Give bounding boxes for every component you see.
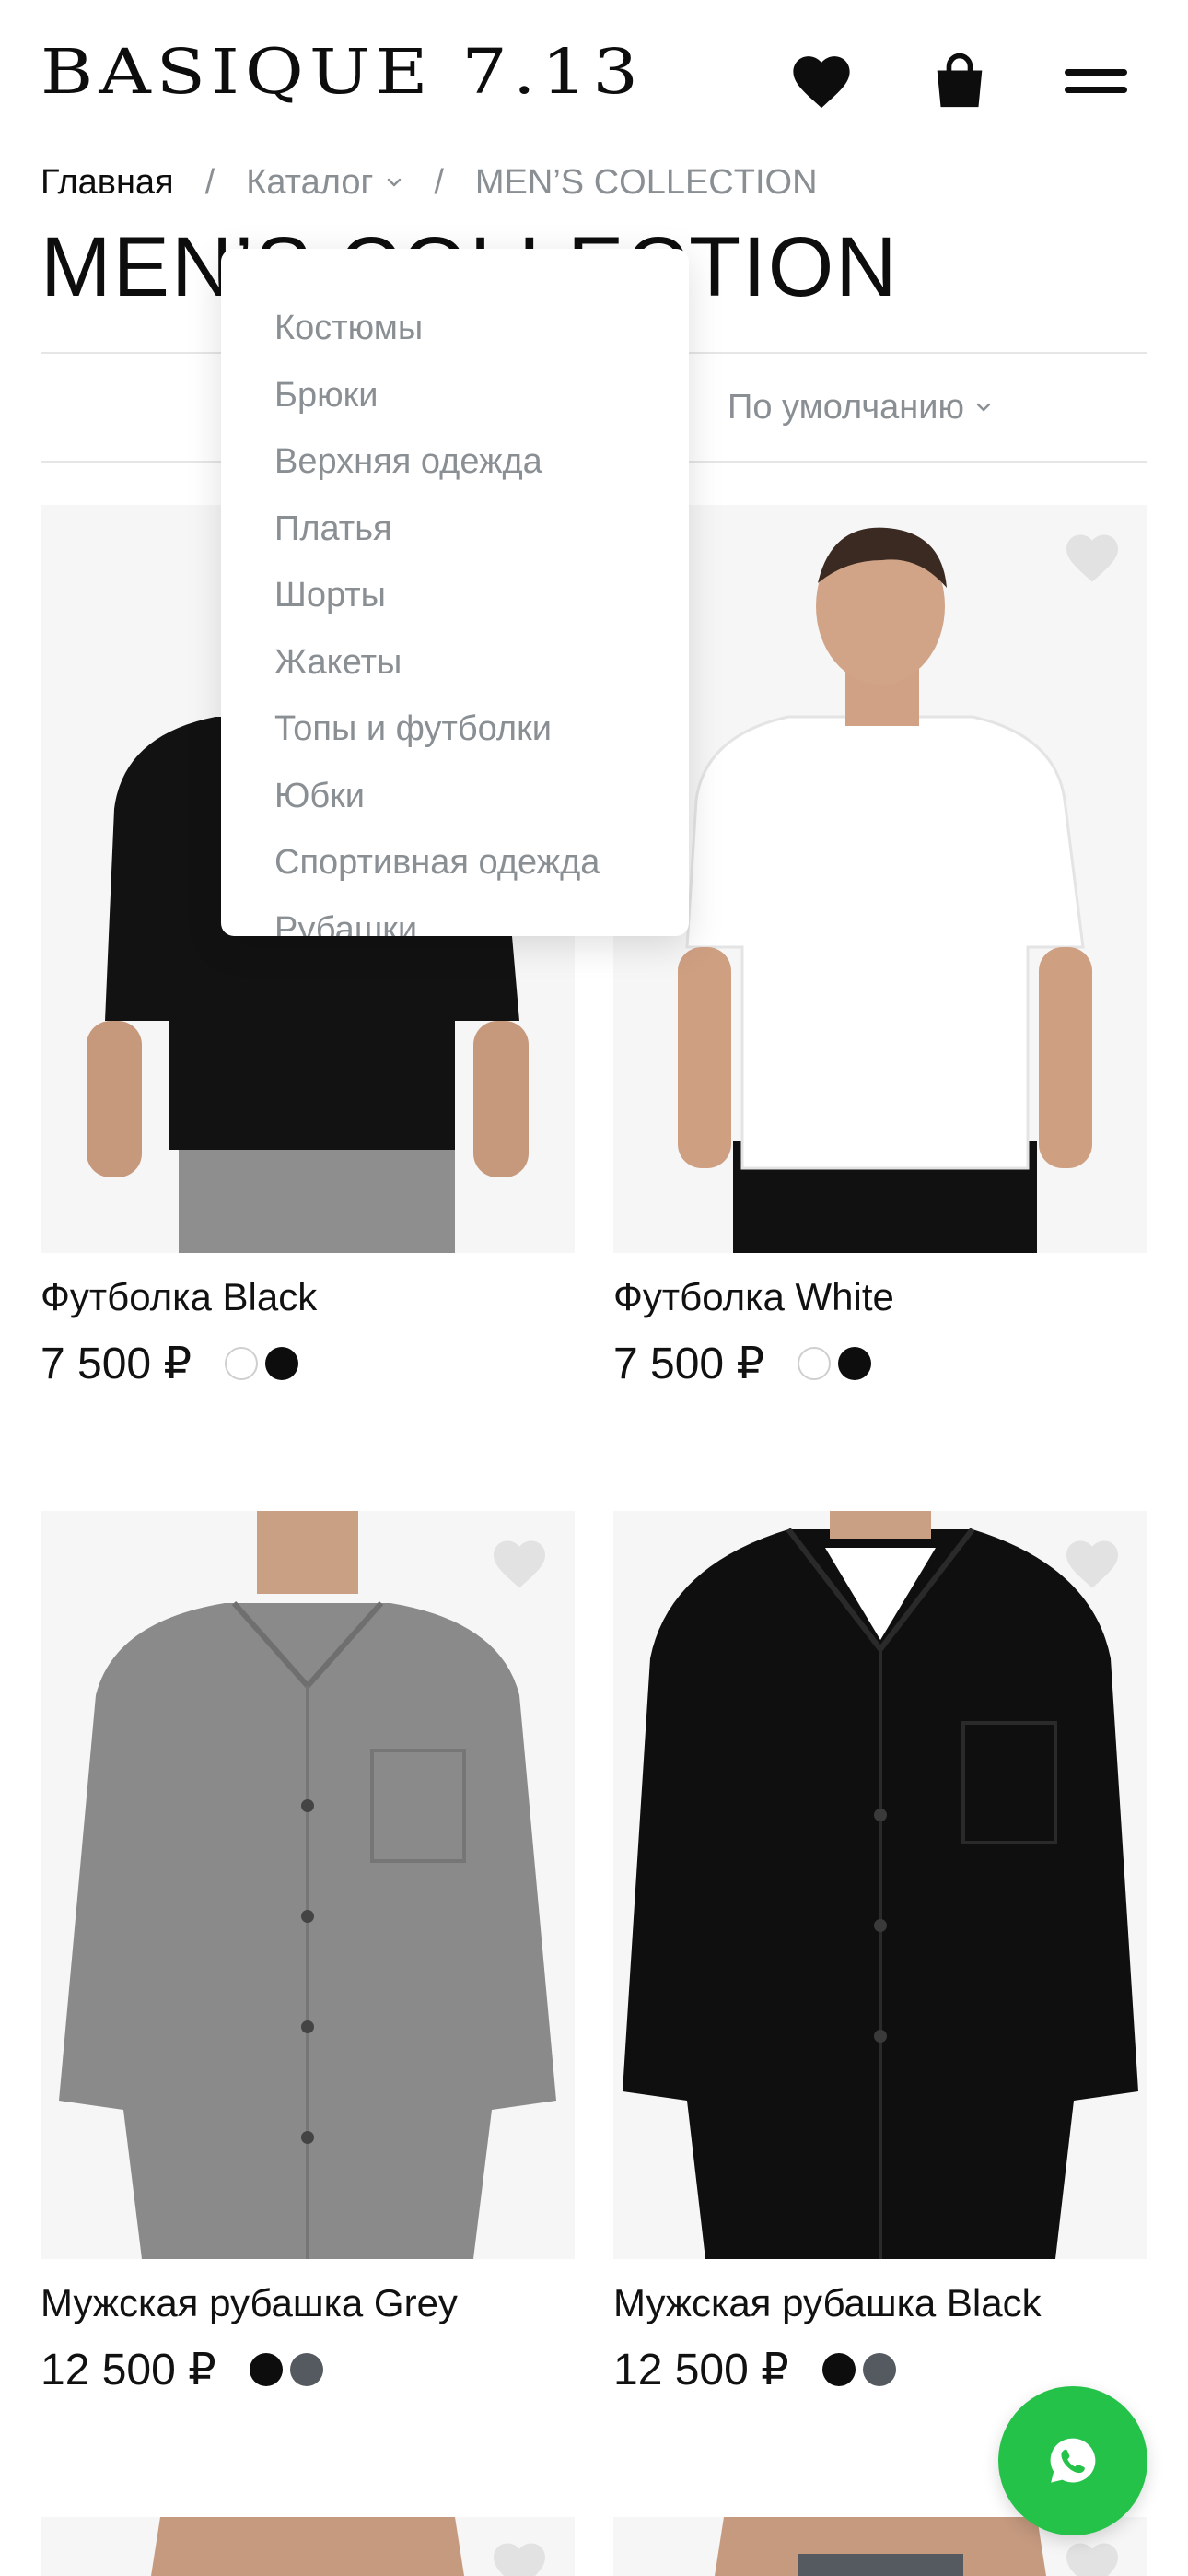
product-name[interactable]: Футболка Black [41,1275,317,1319]
color-swatch-black[interactable] [265,1347,298,1380]
color-swatch-black[interactable] [838,1347,871,1380]
breadcrumb-catalog[interactable]: Каталог [246,163,402,203]
product-meta: 7 500 ₽ [613,1338,871,1389]
catalog-menu-item[interactable]: Верхняя одежда [221,428,689,496]
catalog-menu-item[interactable]: Платья [221,496,689,563]
color-swatches [249,2353,323,2386]
product-image[interactable] [613,505,1147,1253]
breadcrumb-home[interactable]: Главная [41,163,174,203]
breadcrumb-current: MEN’S COLLECTION [474,162,818,202]
favorite-heart-icon[interactable] [1063,531,1122,584]
product-name[interactable]: Мужская рубашка Black [613,2281,1042,2325]
favorite-heart-icon[interactable] [490,1537,549,1590]
color-swatch-white[interactable] [225,1347,258,1380]
whatsapp-button[interactable] [998,2386,1147,2535]
product-name[interactable]: Футболка White [613,1275,894,1319]
catalog-dropdown-menu: Костюмы Брюки Верхняя одежда Платья Шорт… [221,249,689,936]
hamburger-menu-icon [1065,69,1127,93]
breadcrumb-separator: / [434,162,444,202]
breadcrumb-separator: / [204,162,215,202]
catalog-menu-item[interactable]: Шорты [221,562,689,629]
product-name[interactable]: Мужская рубашка Grey [41,2281,458,2325]
color-swatch-grey[interactable] [862,2353,896,2386]
product-meta: 12 500 ₽ [41,2344,323,2395]
catalog-menu-item[interactable]: Брюки [221,362,689,429]
color-swatch-black[interactable] [249,2353,283,2386]
cart-button[interactable] [925,46,995,116]
shopping-bag-icon [937,53,983,108]
product-price: 12 500 ₽ [613,2346,789,2395]
favorite-heart-icon[interactable] [1063,2539,1122,2576]
product-image[interactable] [41,2517,575,2576]
product-price: 12 500 ₽ [41,2346,216,2395]
heart-icon [793,56,850,109]
product-price: 7 500 ₽ [41,1340,192,1388]
catalog-menu-item[interactable]: Рубашки [221,896,689,937]
product-image[interactable] [613,1511,1147,2259]
product-image[interactable] [41,1511,575,2259]
chevron-down-icon [975,402,992,413]
chevron-down-icon [386,177,402,188]
favorite-heart-icon[interactable] [490,2539,549,2576]
favorite-heart-icon[interactable] [1063,1537,1122,1590]
catalog-menu-item[interactable]: Топы и футболки [221,696,689,763]
whatsapp-icon [1050,2438,1096,2483]
catalog-menu-item[interactable]: Костюмы [221,295,689,362]
menu-button[interactable] [1061,46,1131,116]
breadcrumb: Главная / Каталог / MEN’S COLLECTION [41,157,818,208]
breadcrumb-catalog-label: Каталог [246,162,374,202]
product-meta: 7 500 ₽ [41,1338,298,1389]
catalog-menu-item[interactable]: Жакеты [221,629,689,697]
color-swatch-grey[interactable] [289,2353,323,2386]
sort-dropdown[interactable]: По умолчанию [728,381,992,433]
site-logo[interactable]: BASIQUE 7.13 [41,37,644,108]
catalog-menu-item[interactable]: Спортивная одежда [221,829,689,896]
product-meta: 12 500 ₽ [613,2344,896,2395]
favorites-button[interactable] [786,46,856,116]
sort-label: По умолчанию [728,387,964,427]
color-swatches [798,1347,871,1380]
color-swatch-white[interactable] [798,1347,831,1380]
catalog-menu-item[interactable]: Юбки [221,763,689,830]
color-swatches [821,2353,896,2386]
site-header: BASIQUE 7.13 [0,0,1188,157]
color-swatch-black[interactable] [821,2353,856,2386]
product-price: 7 500 ₽ [613,1340,764,1388]
color-swatches [225,1347,298,1380]
